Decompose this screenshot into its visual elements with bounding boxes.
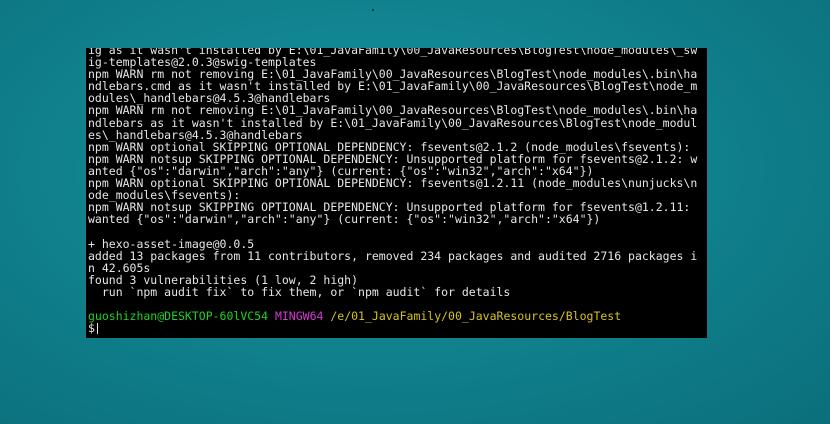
- desktop-dot: [372, 9, 374, 11]
- output-line: run `npm audit fix` to fix them, or `npm…: [88, 284, 511, 299]
- output-line: n 42.605s: [88, 260, 151, 275]
- text-cursor: [96, 323, 98, 335]
- prompt-line: guoshizhan@DESKTOP-60lVC54 MINGW64 /e/01…: [88, 310, 707, 322]
- output-line: wanted {"os":"darwin","arch":"any"} (cur…: [88, 212, 601, 227]
- output-line: ndlebars as it wasn't installed by E:\01…: [88, 115, 698, 130]
- prompt-user-host: guoshizhan@DESKTOP-60lVC54: [88, 309, 269, 324]
- prompt-env: MINGW64: [274, 309, 324, 324]
- prompt-symbol: $: [88, 321, 95, 336]
- prompt-path: /e/01_JavaFamily/00_JavaResources/BlogTe…: [330, 309, 622, 324]
- terminal-window[interactable]: ig as it wasn't installed by E:\01_JavaF…: [86, 48, 707, 338]
- terminal-output[interactable]: ig as it wasn't installed by E:\01_JavaF…: [86, 48, 707, 334]
- output-line: + hexo-asset-image@0.0.5: [88, 236, 255, 251]
- output-line: npm WARN rm not removing E:\01_JavaFamil…: [88, 103, 698, 118]
- input-line[interactable]: $: [88, 322, 707, 334]
- output-line: added 13 packages from 11 contributors, …: [88, 248, 698, 263]
- output-line: es\_handlebars@4.5.3@handlebars: [88, 127, 303, 142]
